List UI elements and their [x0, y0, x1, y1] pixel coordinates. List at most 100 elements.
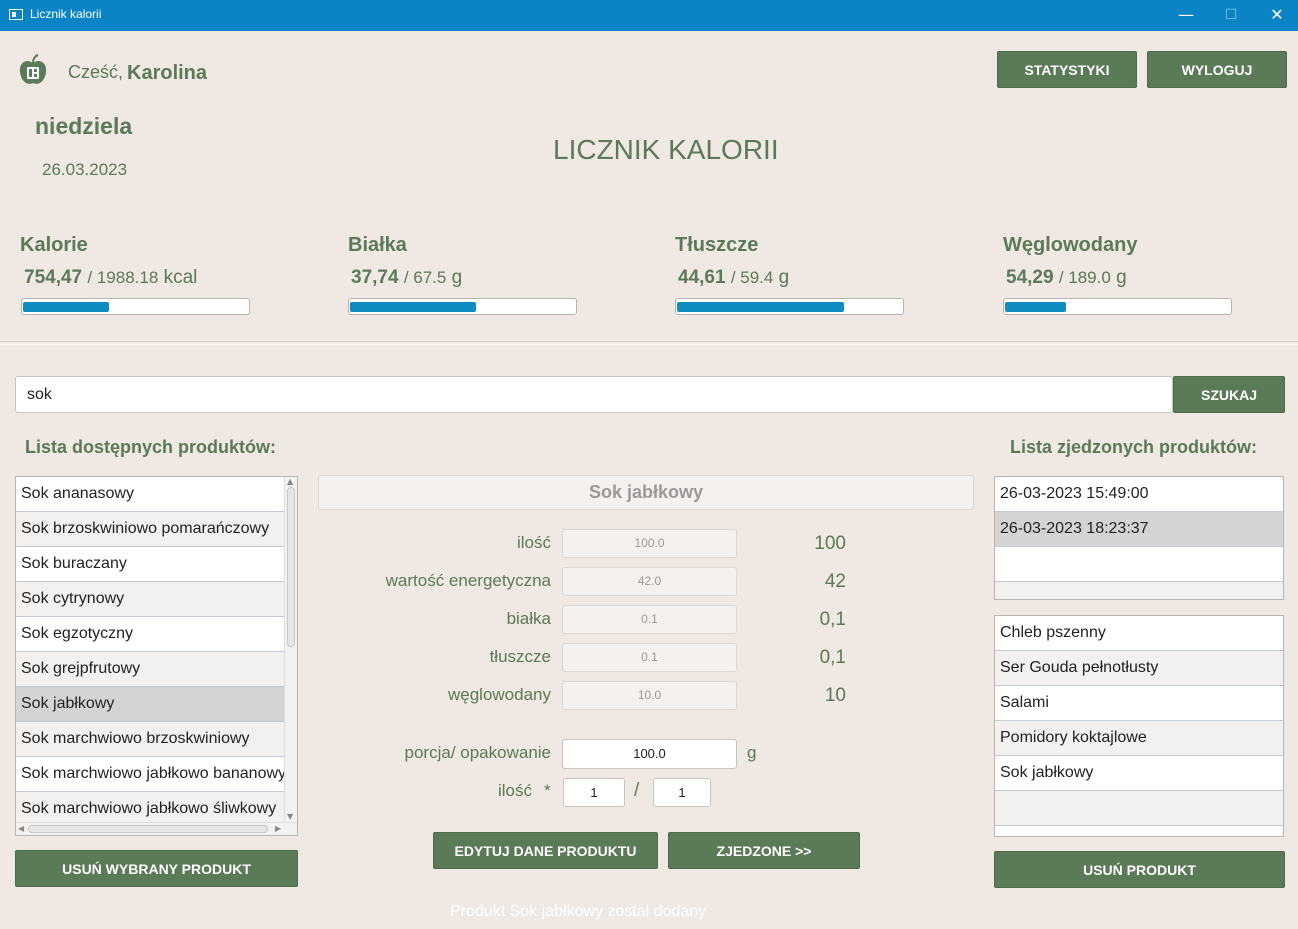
progress-fill: [677, 302, 844, 312]
meals-list[interactable]: 26-03-2023 15:49:00 26-03-2023 18:23:37: [994, 476, 1284, 600]
divider: [0, 341, 1298, 345]
quantity-denominator-input[interactable]: 1: [653, 778, 711, 807]
product-name: Sok jabłkowy: [318, 475, 974, 510]
day-label: niedziela: [35, 113, 133, 139]
field-label-amount: ilość: [516, 533, 551, 552]
remove-selected-product-button[interactable]: USUŃ WYBRANY PRODUKT: [15, 850, 298, 887]
portion-input[interactable]: 100.0: [562, 739, 737, 769]
meal-item[interactable]: 26-03-2023 18:23:37: [995, 512, 1283, 547]
quantity-numerator-input[interactable]: 1: [563, 778, 625, 807]
eaten-item[interactable]: Pomidory koktajlowe: [995, 721, 1283, 756]
quantity-asterisk: *: [544, 781, 551, 800]
date-label: 26.03.2023: [42, 160, 128, 179]
macro-value: 37,74 / 67.5 g: [351, 267, 462, 289]
list-item[interactable]: Sok grejpfrutowy: [16, 652, 286, 687]
progress-fill: [1005, 302, 1066, 312]
quantity-label: ilość: [498, 781, 533, 800]
macro-value: 44,61 / 59.4 g: [678, 267, 789, 289]
scrollbar-thumb[interactable]: [28, 825, 268, 833]
field-energy-value: 42: [824, 571, 846, 592]
edit-product-button[interactable]: EDYTUJ DANE PRODUKTU: [433, 832, 658, 869]
macro-current: 54,29: [1006, 267, 1054, 288]
status-message: Produkt Sok jabłkowy został dodany: [450, 903, 707, 920]
eaten-item[interactable]: Chleb pszenny: [995, 616, 1283, 651]
portion-label: porcja/ opakowanie: [404, 743, 551, 762]
meal-item-empty[interactable]: [995, 547, 1283, 582]
minimize-icon[interactable]: —: [1174, 4, 1198, 26]
horizontal-scrollbar[interactable]: ◀ ▶: [16, 822, 297, 835]
macro-current: 37,74: [351, 267, 399, 288]
field-amount-value: 100: [814, 533, 846, 554]
field-protein-input: 0.1: [562, 605, 737, 634]
protein-progress-bar: [348, 298, 577, 315]
greeting-label: Cześć,: [68, 62, 124, 82]
field-energy-input: 42.0: [562, 567, 737, 596]
macro-unit: g: [451, 267, 463, 288]
list-item[interactable]: Sok cytrynowy: [16, 582, 286, 617]
carbs-progress-bar: [1003, 298, 1232, 315]
list-item[interactable]: Sok marchwiowo brzoskwiniowy: [16, 722, 286, 757]
scroll-down-icon[interactable]: ▼: [287, 812, 293, 821]
available-rows: Sok ananasowy Sok brzoskwiniowo pomarańcz…: [16, 477, 286, 827]
eaten-item[interactable]: Sok jabłkowy: [995, 756, 1283, 791]
field-carbs-value: 10: [824, 685, 846, 706]
window-title: Licznik kalorii: [30, 7, 102, 21]
field-protein-value: 0,1: [819, 609, 846, 630]
maximize-icon[interactable]: ☐: [1219, 4, 1243, 26]
macro-current: 754,47: [24, 267, 83, 288]
eaten-list-header: Lista zjedzonych produktów:: [1010, 437, 1258, 457]
meal-item-empty[interactable]: [995, 582, 1283, 599]
vertical-scrollbar[interactable]: ▲ ▼: [284, 477, 297, 835]
user-name: Karolina: [127, 62, 208, 84]
scroll-up-icon[interactable]: ▲: [287, 477, 293, 486]
window-titlebar: Licznik kalorii — ☐ ✕: [0, 0, 1298, 31]
list-item[interactable]: Sok brzoskwiniowo pomarańczowy: [16, 512, 286, 547]
list-item[interactable]: Sok jabłkowy: [16, 687, 286, 722]
search-input[interactable]: sok: [15, 376, 1173, 413]
macro-name: Kalorie: [20, 234, 88, 256]
field-label-fat: tłuszcze: [489, 647, 551, 666]
macro-name: Tłuszcze: [675, 234, 759, 256]
field-label-carbs: węglowodany: [447, 685, 551, 704]
list-item[interactable]: Sok marchwiowo jabłkowo bananowy: [16, 757, 286, 792]
macro-value: 54,29 / 189.0 g: [1006, 267, 1127, 289]
macro-current: 44,61: [678, 267, 726, 288]
scroll-right-icon[interactable]: ▶: [275, 824, 281, 833]
list-item[interactable]: Sok buraczany: [16, 547, 286, 582]
remove-eaten-product-button[interactable]: USUŃ PRODUKT: [994, 851, 1285, 888]
available-products-list[interactable]: Sok ananasowy Sok brzoskwiniowo pomarańcz…: [15, 476, 298, 836]
calories-progress-bar: [21, 298, 250, 315]
list-item[interactable]: Sok egzotyczny: [16, 617, 286, 652]
close-icon[interactable]: ✕: [1265, 4, 1289, 26]
list-item[interactable]: Sok ananasowy: [16, 477, 286, 512]
meal-rows: 26-03-2023 15:49:00 26-03-2023 18:23:37: [995, 477, 1283, 599]
logout-button[interactable]: WYLOGUJ: [1147, 51, 1287, 88]
search-button[interactable]: SZUKAJ: [1173, 376, 1285, 413]
portion-unit: g: [747, 743, 757, 762]
field-label-protein: białka: [506, 609, 551, 628]
mark-eaten-button[interactable]: ZJEDZONE >>: [668, 832, 860, 869]
page-title: LICZNIK KALORII: [553, 134, 779, 165]
field-label-energy: wartość energetyczna: [385, 571, 551, 590]
macro-value: 754,47 / 1988.18 kcal: [24, 267, 197, 289]
stats-button[interactable]: STATYSTYKI: [997, 51, 1137, 88]
eaten-item-empty[interactable]: [995, 826, 1283, 836]
macro-target: / 59.4: [730, 268, 774, 287]
eaten-item[interactable]: Ser Gouda pełnotłusty: [995, 651, 1283, 686]
macro-target: / 189.0: [1058, 268, 1111, 287]
macro-target: / 1988.18: [87, 268, 159, 287]
macro-target: / 67.5: [403, 268, 447, 287]
progress-fill: [350, 302, 476, 312]
macro-unit: g: [778, 267, 790, 288]
macro-name: Węglowodany: [1003, 234, 1138, 256]
scroll-left-icon[interactable]: ◀: [18, 824, 24, 833]
eaten-rows: Chleb pszenny Ser Gouda pełnotłusty Salami…: [995, 616, 1283, 836]
eaten-products-list[interactable]: Chleb pszenny Ser Gouda pełnotłusty Salami…: [994, 615, 1284, 837]
macro-unit: kcal: [163, 267, 198, 288]
macro-unit: g: [1116, 267, 1127, 288]
field-fat-input: 0.1: [562, 643, 737, 672]
eaten-item[interactable]: Salami: [995, 686, 1283, 721]
meal-item[interactable]: 26-03-2023 15:49:00: [995, 477, 1283, 512]
eaten-item-empty[interactable]: [995, 791, 1283, 826]
scrollbar-thumb[interactable]: [287, 487, 295, 647]
